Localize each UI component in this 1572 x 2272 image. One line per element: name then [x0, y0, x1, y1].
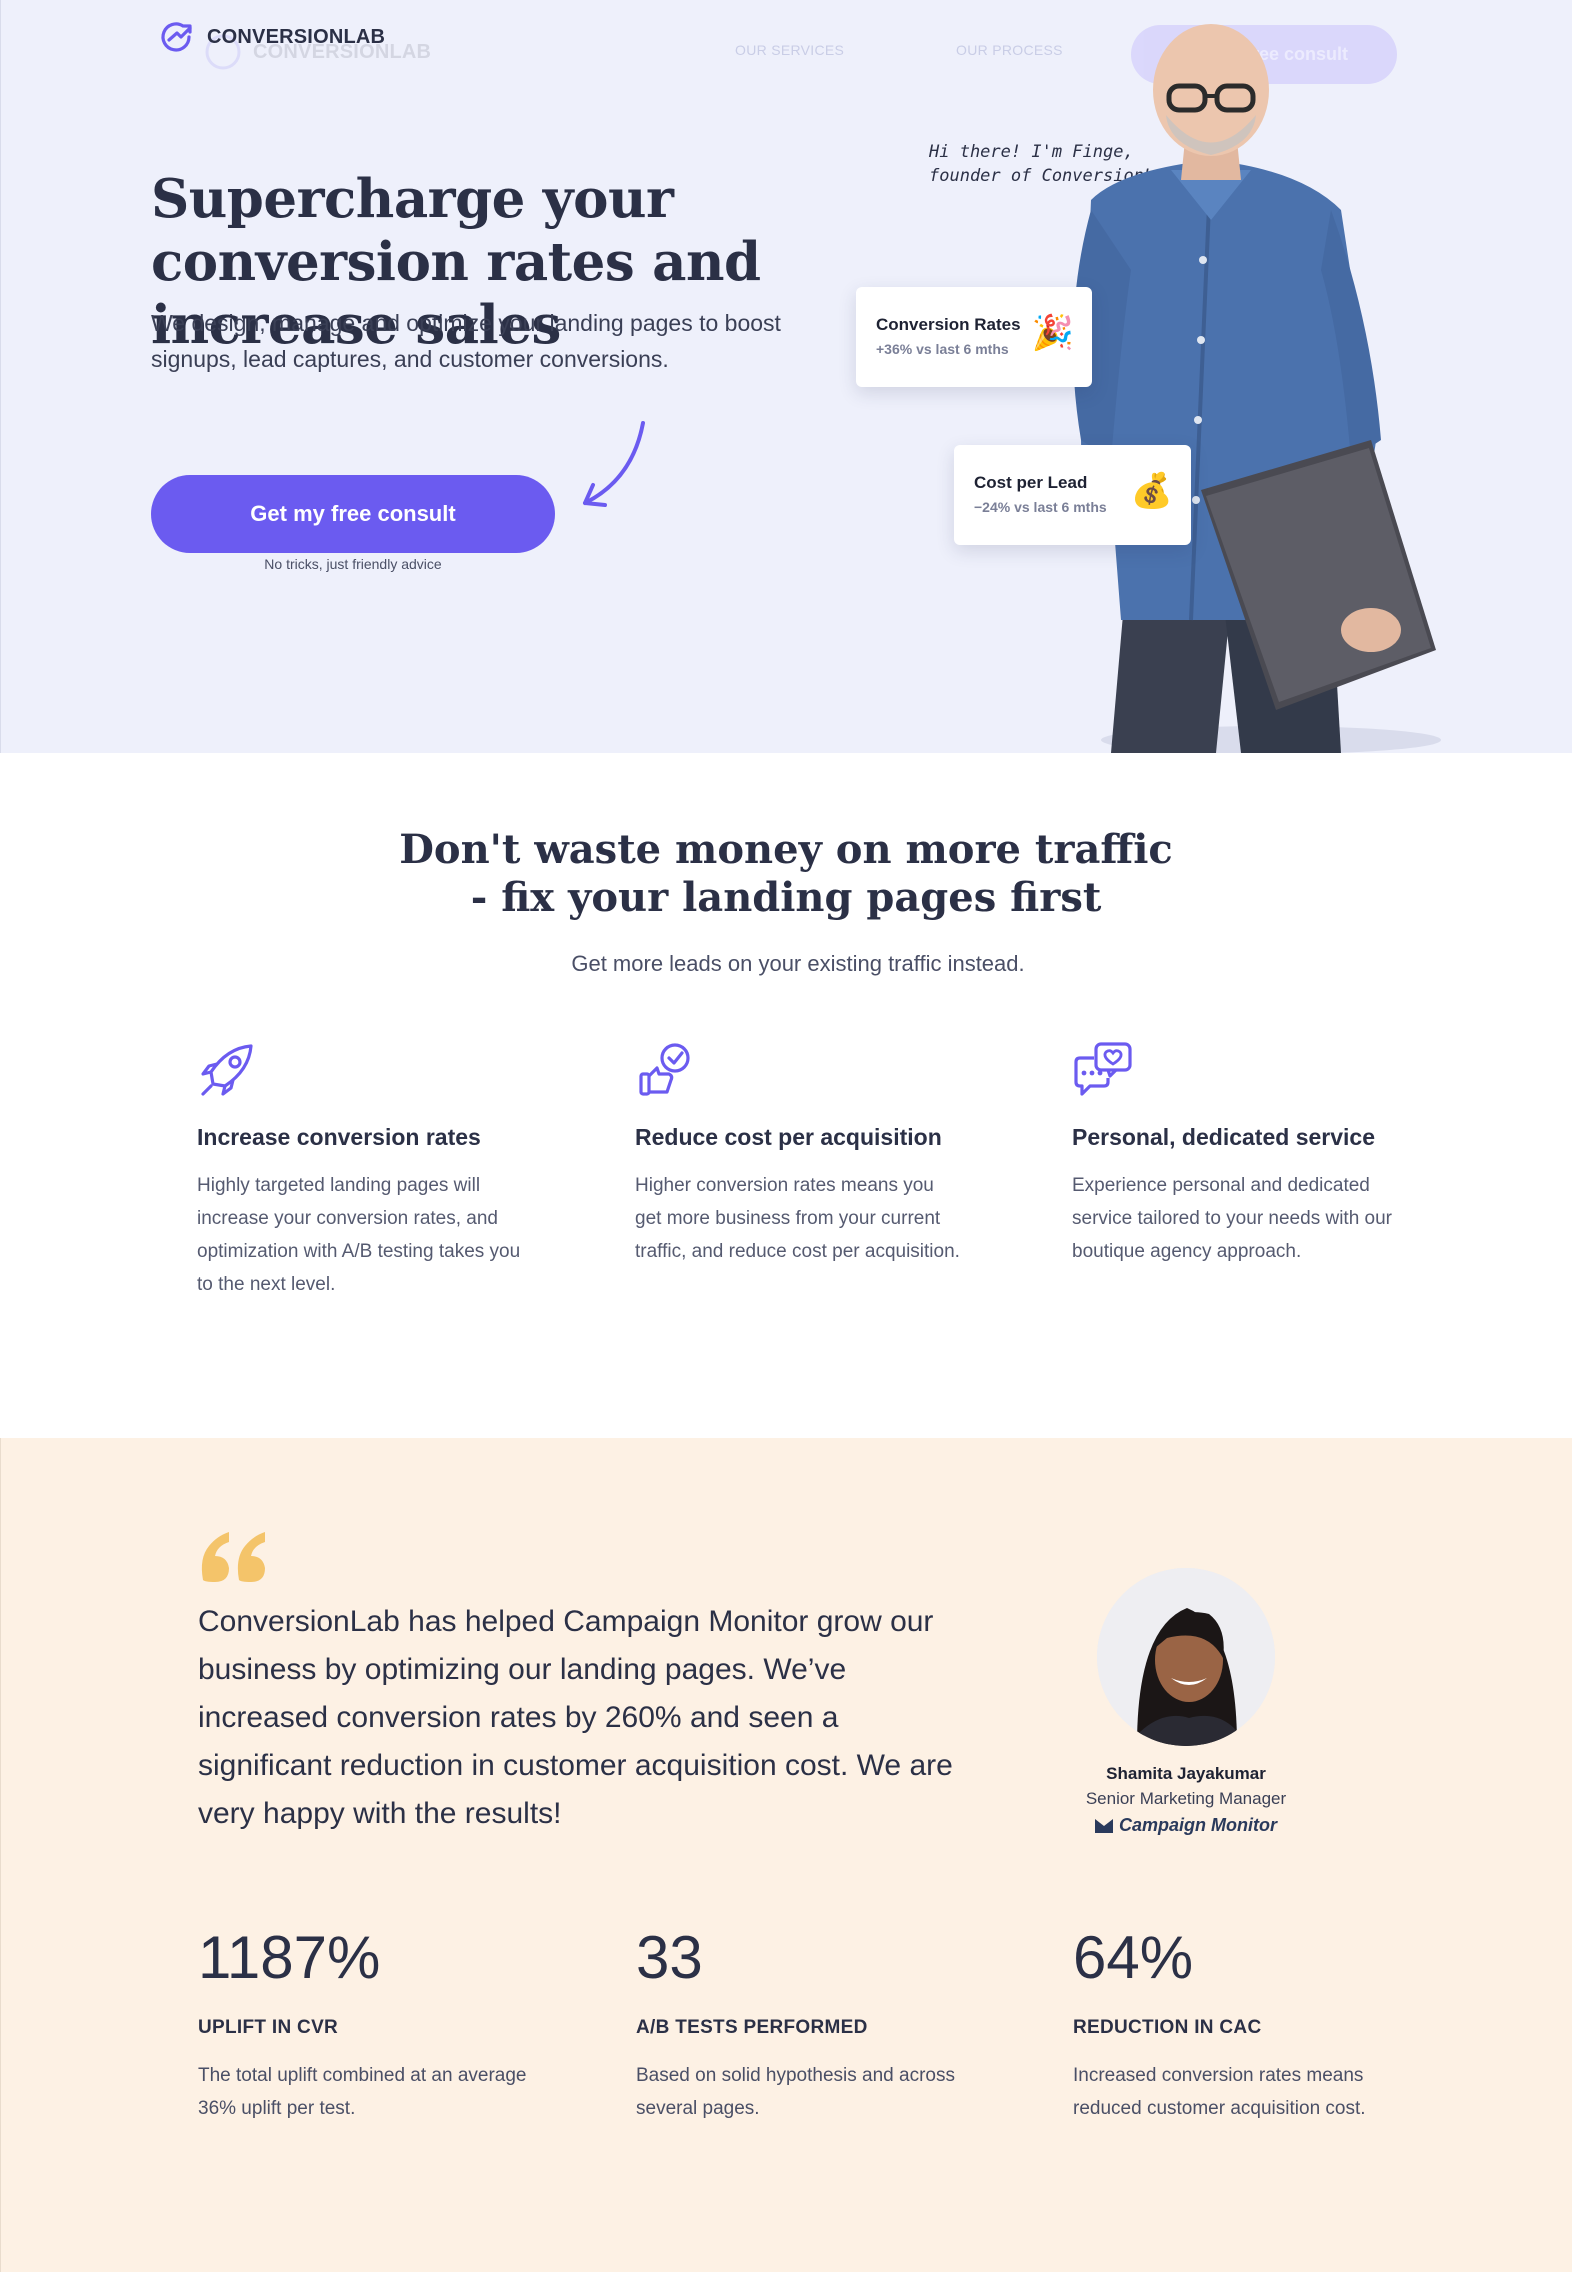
logo-icon — [161, 22, 192, 52]
metric-desc: Increased conversion rates means reduced… — [1073, 2065, 1366, 2119]
feature-conversion: Increase conversion rates Highly targete… — [197, 1040, 527, 1301]
hero-subtitle: We design, manage and optimize your land… — [151, 310, 781, 372]
avatar — [1097, 1568, 1275, 1746]
metric-cac: 64% REDUCTION IN CAC Increased conversio… — [1073, 1923, 1413, 2125]
metric-value: 1187% — [198, 1924, 381, 1991]
value-subtitle: Get more leads on your existing traffic … — [571, 951, 1025, 976]
testimonial-section: ConversionLab has helped Campaign Monito… — [0, 1438, 1572, 2272]
campaign-monitor-icon — [1095, 1818, 1113, 1833]
value-title: Don't waste money on more traffic - fix … — [0, 826, 1572, 922]
feature-title: Reduce cost per acquisition — [635, 1124, 942, 1150]
feature-cost: Reduce cost per acquisition Higher conve… — [635, 1040, 965, 1268]
chat-heart-icon — [1074, 1042, 1132, 1096]
thumbs-up-check-icon — [639, 1043, 690, 1096]
quote-icon — [201, 1532, 265, 1582]
metric-label: REDUCTION IN CAC — [1073, 2017, 1262, 2038]
logo-text: CONVERSIONLAB — [207, 25, 386, 48]
feature-text: Higher conversion rates means you get mo… — [635, 1175, 960, 1262]
metric-desc: The total uplift combined at an average … — [198, 2065, 527, 2119]
hero-consult-button[interactable]: Get my free consult — [151, 475, 555, 553]
cost-per-lead-card: Cost per Lead −24% vs last 6 mths 💰 — [954, 445, 1191, 545]
value-title-line1: Don't waste money on more traffic — [399, 826, 1173, 873]
metric-tests: 33 A/B TESTS PERFORMED Based on solid hy… — [636, 1923, 976, 2125]
metric-label: A/B TESTS PERFORMED — [636, 2017, 868, 2038]
feature-service: Personal, dedicated service Experience p… — [1072, 1040, 1402, 1268]
metric-value: 64% — [1073, 1924, 1194, 1991]
testimonial-quote: ConversionLab has helped Campaign Monito… — [198, 1605, 953, 1830]
metric-label: UPLIFT IN CVR — [198, 2017, 339, 2038]
hero-section: CONVERSIONLAB CONVERSIONLAB OUR SERVICES… — [0, 0, 1572, 753]
feature-title: Personal, dedicated service — [1072, 1124, 1375, 1150]
author-role: Senior Marketing Manager — [1085, 1789, 1287, 1808]
metric-desc: Based on solid hypothesis and across sev… — [636, 2065, 955, 2119]
hand-drawn-arrow-icon — [583, 421, 645, 507]
logo[interactable]: CONVERSIONLAB — [155, 16, 385, 58]
feature-text: Highly targeted landing pages will incre… — [197, 1175, 521, 1295]
company-logo: Campaign Monitor — [1036, 1815, 1336, 1836]
party-popper-icon: 🎉 — [1031, 314, 1074, 352]
company-name: Campaign Monitor — [1119, 1815, 1277, 1835]
feature-text: Experience personal and dedicated servic… — [1072, 1175, 1392, 1262]
value-title-line2: - fix your landing pages first — [470, 874, 1102, 921]
feature-title: Increase conversion rates — [197, 1124, 481, 1150]
nav-our-services[interactable]: OUR SERVICES — [735, 42, 844, 58]
author-photo — [1097, 1568, 1275, 1746]
cta-note: No tricks, just friendly advice — [264, 556, 442, 572]
founder-photo — [1073, 24, 1441, 753]
money-bag-icon: 💰 — [1130, 472, 1173, 510]
metric-value: 33 — [636, 1924, 703, 1991]
rocket-icon — [201, 1044, 253, 1096]
metric-uplift: 1187% UPLIFT IN CVR The total uplift com… — [198, 1923, 538, 2125]
author-name: Shamita Jayakumar — [1106, 1764, 1266, 1783]
conversion-rates-card: Conversion Rates +36% vs last 6 mths 🎉 — [856, 287, 1092, 387]
